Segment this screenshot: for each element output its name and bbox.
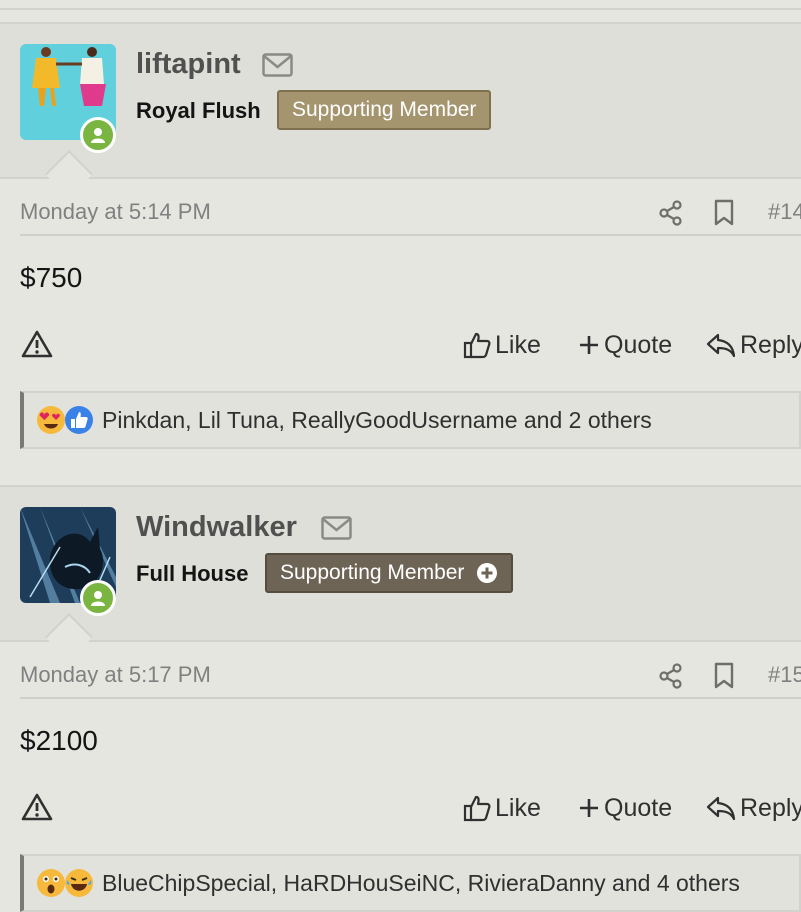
report-icon[interactable]	[21, 792, 53, 822]
like-icon	[463, 795, 491, 822]
post-number[interactable]: #15	[768, 662, 801, 688]
username[interactable]: Windwalker	[136, 511, 297, 544]
post: Windwalker Full House Supporting Member …	[0, 485, 801, 912]
plus-icon	[580, 799, 598, 817]
reactions-bar[interactable]: Pinkdan, Lil Tuna, ReallyGoodUsername an…	[20, 391, 801, 449]
like-button[interactable]: Like	[463, 788, 541, 828]
bookmark-icon[interactable]	[713, 662, 735, 689]
like-label: Like	[495, 793, 541, 822]
plus-icon	[580, 336, 598, 354]
user-title: Full House	[136, 561, 249, 586]
reactions-list[interactable]: BlueChipSpecial, HaRDHouSeiNC, RivieraDa…	[102, 870, 740, 897]
like-label: Like	[495, 330, 541, 359]
quote-label: Quote	[604, 793, 673, 822]
badge-label: Supporting Member	[292, 98, 477, 121]
post-content: $750	[20, 262, 83, 293]
reply-button[interactable]: Reply	[706, 788, 801, 828]
plus-circle-icon	[477, 563, 498, 583]
reaction-icons	[36, 405, 94, 435]
post: liftapint Royal Flush Supporting Member …	[0, 22, 801, 462]
reply-icon	[706, 333, 736, 358]
post-actions: Like Quote Reply	[0, 788, 801, 828]
mail-icon[interactable]	[321, 516, 352, 540]
user-title: Royal Flush	[136, 98, 261, 123]
like-icon	[65, 406, 93, 434]
wow-icon	[37, 869, 65, 897]
post-meta: Monday at 5:17 PM #15	[20, 653, 801, 699]
badge-label: Supporting Member	[280, 561, 465, 584]
quote-button[interactable]: Quote	[578, 325, 672, 365]
share-icon[interactable]	[658, 200, 683, 226]
post-actions: Like Quote Reply	[0, 325, 801, 365]
post-content: $2100	[20, 725, 98, 756]
heart-eyes-icon	[37, 406, 65, 434]
username[interactable]: liftapint	[136, 48, 241, 81]
supporting-member-badge[interactable]: Supporting Member	[265, 553, 514, 593]
mail-icon[interactable]	[262, 53, 293, 77]
supporting-member-badge: Supporting Member	[277, 90, 492, 130]
share-icon[interactable]	[658, 663, 683, 689]
online-status-icon	[80, 117, 116, 153]
post-date[interactable]: Monday at 5:17 PM	[20, 662, 211, 688]
laugh-icon	[65, 869, 93, 897]
reactions-list[interactable]: Pinkdan, Lil Tuna, ReallyGoodUsername an…	[102, 407, 652, 434]
previous-post-edge	[0, 0, 801, 10]
online-status-icon	[80, 580, 116, 616]
reply-icon	[706, 796, 736, 821]
reply-label: Reply	[740, 793, 801, 822]
like-button[interactable]: Like	[463, 325, 541, 365]
reply-button[interactable]: Reply	[706, 325, 801, 365]
like-icon	[463, 332, 491, 359]
quote-button[interactable]: Quote	[578, 788, 672, 828]
post-date[interactable]: Monday at 5:14 PM	[20, 199, 211, 225]
post-number[interactable]: #14	[768, 199, 801, 225]
reaction-icons	[36, 868, 94, 898]
reactions-bar[interactable]: BlueChipSpecial, HaRDHouSeiNC, RivieraDa…	[20, 854, 801, 912]
reply-label: Reply	[740, 330, 801, 359]
report-icon[interactable]	[21, 329, 53, 359]
post-meta: Monday at 5:14 PM #14	[20, 190, 801, 236]
quote-label: Quote	[604, 330, 673, 359]
bookmark-icon[interactable]	[713, 199, 735, 226]
